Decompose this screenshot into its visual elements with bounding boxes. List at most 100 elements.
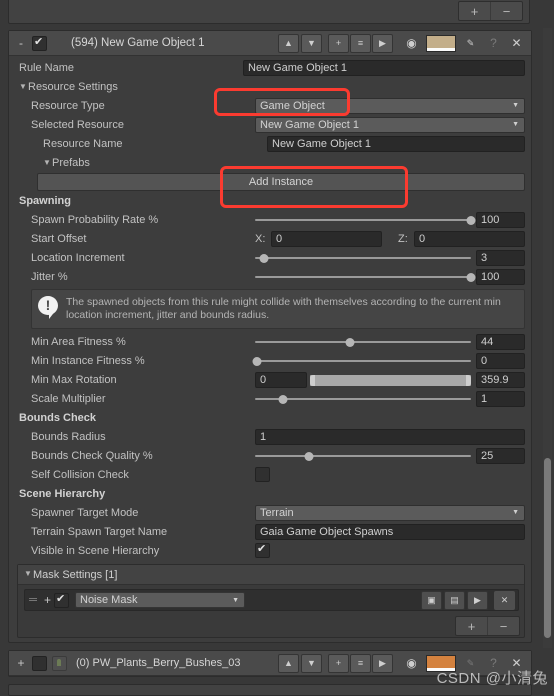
row-spawning-header: Spawning — [9, 191, 531, 210]
run-icon[interactable]: ▶ — [372, 33, 393, 53]
mask-add-icon-button[interactable]: ▣ — [421, 590, 442, 610]
start-offset-z-input[interactable]: 0 — [414, 230, 525, 247]
prefabs-foldout[interactable]: ▼Prefabs — [9, 157, 267, 169]
resource-type-label: Resource Type — [31, 99, 105, 112]
bounds-check-quality-value[interactable]: 25 — [476, 447, 525, 464]
duplicate-icon[interactable]: ≡ — [350, 33, 371, 53]
row-jitter: Jitter % 100 — [9, 267, 531, 286]
mask-settings-foldout[interactable]: ▼ Mask Settings [1] — [18, 565, 524, 585]
bounds-check-quality-slider[interactable] — [255, 448, 471, 464]
jitter-slider[interactable] — [255, 269, 476, 285]
row-add-instance: Add Instance — [9, 172, 531, 191]
start-offset-x-input[interactable]: 0 — [271, 230, 382, 247]
start-offset-x-label: X: — [255, 232, 266, 245]
location-increment-value[interactable]: 3 — [476, 249, 525, 266]
min-instance-fitness-value[interactable]: 0 — [476, 352, 525, 369]
mask-enabled-checkbox[interactable] — [54, 592, 69, 608]
mask-add-button[interactable]: + — [456, 617, 487, 635]
visibility-eye-icon[interactable]: ◉ — [401, 654, 422, 673]
min-max-rotation-min-input[interactable]: 0 — [255, 371, 307, 388]
collapse-rule-button[interactable]: - — [15, 37, 27, 49]
rule-color-swatch[interactable] — [426, 34, 456, 52]
rule-name-input[interactable]: New Game Object 1 — [243, 59, 525, 76]
vertical-scrollbar[interactable] — [543, 28, 552, 648]
move-down-icon[interactable]: ▼ — [301, 33, 322, 53]
min-max-rotation-max-input[interactable]: 359.9 — [476, 371, 525, 388]
range-handle-min[interactable] — [310, 374, 315, 386]
scale-multiplier-slider[interactable] — [255, 391, 471, 407]
rule-header-tools: ▲ ▼ + ≡ ▶ ◉ ✎ ? ✕ — [278, 33, 527, 53]
mask-remove-button[interactable]: − — [487, 617, 519, 635]
slider-handle[interactable] — [278, 394, 288, 404]
selected-resource-dropdown[interactable]: New Game Object 1 ▼ — [255, 116, 525, 133]
previous-rule-addremove-bar[interactable]: + − — [458, 1, 523, 21]
min-area-fitness-value[interactable]: 44 — [476, 333, 525, 350]
eyedropper-icon[interactable]: ✎ — [460, 34, 481, 53]
rule-enabled-checkbox[interactable] — [32, 35, 47, 51]
visible-in-scene-hierarchy-checkbox[interactable] — [255, 542, 270, 558]
slider-handle[interactable] — [259, 253, 269, 263]
remove-rule-button[interactable]: − — [490, 2, 522, 20]
close-icon[interactable]: ✕ — [506, 34, 527, 53]
range-handle-max[interactable] — [466, 374, 471, 386]
chevron-down-icon: ▼ — [43, 157, 51, 167]
row-prefabs[interactable]: ▼Prefabs — [9, 153, 531, 172]
mask-settings-label: Mask Settings [1] — [33, 568, 118, 581]
visible-in-scene-hierarchy-label: Visible in Scene Hierarchy — [31, 544, 160, 557]
scale-multiplier-value[interactable]: 1 — [476, 390, 525, 407]
bounds-radius-label: Bounds Radius — [31, 430, 106, 443]
row-min-instance-fitness: Min Instance Fitness % 0 — [9, 351, 531, 370]
mask-close-icon[interactable]: ✕ — [494, 590, 515, 610]
mask-type-value: Noise Mask — [80, 594, 138, 606]
expand-rule-button[interactable]: + — [15, 657, 27, 669]
start-offset-z-label: Z: — [398, 232, 408, 245]
duplicate-icon[interactable]: ≡ — [350, 653, 371, 673]
slider-handle[interactable] — [345, 337, 355, 347]
add-rule-button[interactable]: + — [459, 2, 490, 20]
add-icon[interactable]: + — [328, 33, 349, 53]
bounds-radius-input[interactable]: 1 — [255, 428, 525, 445]
run-icon[interactable]: ▶ — [372, 653, 393, 673]
spawn-probability-slider[interactable] — [255, 212, 476, 228]
slider-handle[interactable] — [466, 215, 476, 225]
location-increment-slider[interactable] — [255, 250, 471, 266]
mask-duplicate-icon[interactable]: ▤ — [444, 590, 465, 610]
jitter-value[interactable]: 100 — [476, 268, 525, 285]
min-area-fitness-slider[interactable] — [255, 334, 471, 350]
add-instance-button[interactable]: Add Instance — [37, 172, 525, 191]
mask-run-icon[interactable]: ▶ — [467, 590, 488, 610]
slider-handle[interactable] — [466, 272, 476, 282]
spawn-probability-value[interactable]: 100 — [476, 211, 525, 228]
mask-type-dropdown[interactable]: Noise Mask ▼ — [75, 592, 245, 608]
start-offset-vector: X: 0 Z: 0 — [255, 230, 525, 247]
collision-warning-box: ! The spawned objects from this rule mig… — [31, 289, 525, 329]
move-up-icon[interactable]: ▲ — [278, 653, 299, 673]
self-collision-check-label: Self Collision Check — [31, 468, 129, 481]
spawner-target-mode-dropdown[interactable]: Terrain ▼ — [255, 504, 525, 521]
bottom-rule-enabled-checkbox[interactable] — [32, 655, 47, 671]
mask-addremove-bar[interactable]: + − — [455, 616, 520, 636]
row-visible-in-scene-hierarchy: Visible in Scene Hierarchy — [9, 541, 531, 560]
resource-name-input[interactable]: New Game Object 1 — [267, 135, 525, 152]
add-icon[interactable]: + — [328, 653, 349, 673]
mask-add-icon[interactable]: + — [41, 594, 54, 606]
jitter-label: Jitter % — [31, 270, 68, 283]
terrain-spawn-target-name-input[interactable]: Gaia Game Object Spawns — [255, 523, 525, 540]
row-resource-settings[interactable]: ▼Resource Settings — [9, 77, 531, 96]
scrollbar-thumb[interactable] — [544, 458, 551, 638]
slider-handle[interactable] — [304, 451, 314, 461]
move-down-icon[interactable]: ▼ — [301, 653, 322, 673]
help-icon[interactable]: ? — [483, 34, 504, 53]
resource-settings-foldout[interactable]: ▼Resource Settings — [9, 81, 243, 93]
row-location-increment: Location Increment 3 — [9, 248, 531, 267]
move-up-icon[interactable]: ▲ — [278, 33, 299, 53]
rule-card: - (594) New Game Object 1 ▲ ▼ + ≡ ▶ ◉ ✎ … — [8, 30, 532, 643]
min-max-rotation-range-slider[interactable] — [310, 373, 471, 387]
min-instance-fitness-slider[interactable] — [252, 353, 471, 369]
drag-handle-icon[interactable]: ═ — [25, 594, 41, 606]
visibility-eye-icon[interactable]: ◉ — [401, 34, 422, 53]
row-selected-resource: Selected Resource New Game Object 1 ▼ — [9, 115, 531, 134]
self-collision-check-checkbox[interactable] — [255, 467, 270, 482]
slider-handle[interactable] — [252, 356, 262, 366]
resource-type-dropdown[interactable]: Game Object ▼ — [255, 97, 525, 114]
